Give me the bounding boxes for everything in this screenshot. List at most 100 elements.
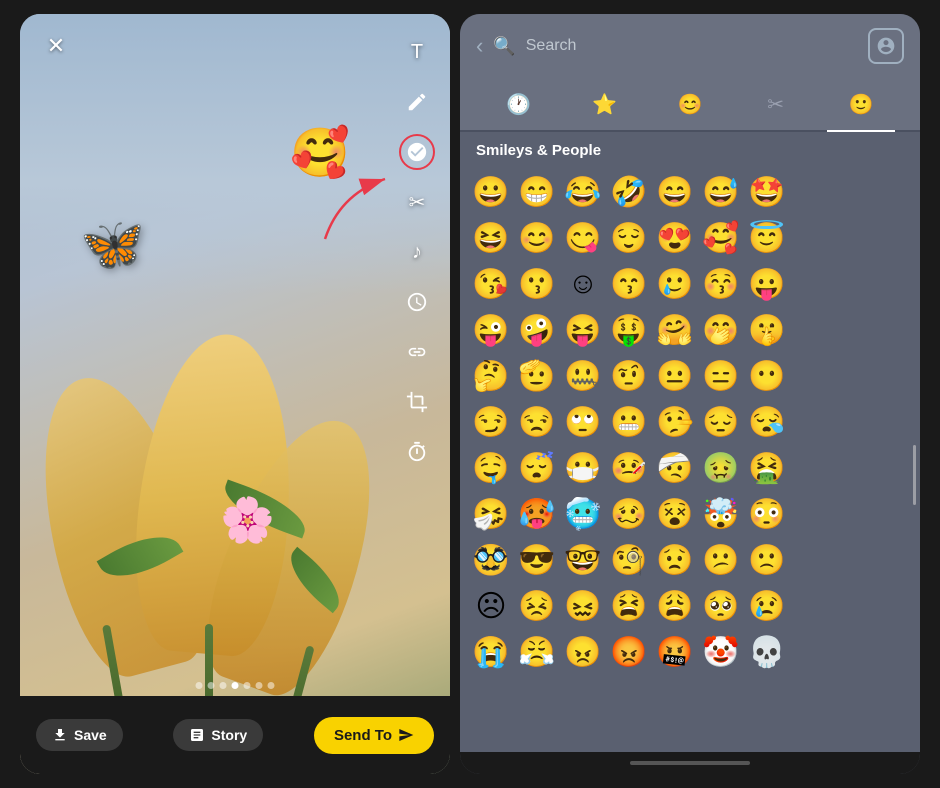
emoji-cell[interactable]: 😠 (560, 629, 606, 675)
tab-favorites[interactable]: ⭐ (562, 86, 648, 122)
link-tool-icon[interactable] (399, 334, 435, 370)
emoji-cell[interactable]: 😌 (606, 215, 652, 261)
emoji-cell[interactable]: 😄 (652, 169, 698, 215)
emoji-cell[interactable]: 😇 (744, 215, 790, 261)
emoji-cell[interactable]: 😪 (744, 399, 790, 445)
emoji-cell[interactable]: 🤣 (606, 169, 652, 215)
emoji-cell[interactable]: 😚 (698, 261, 744, 307)
emoji-cell[interactable]: 🤐 (560, 353, 606, 399)
tab-recent[interactable]: 🕐 (476, 86, 562, 122)
music-tool-icon[interactable]: ♪ (399, 234, 435, 270)
emoji-cell[interactable]: 😛 (744, 261, 790, 307)
emoji-cell[interactable]: 🤭 (698, 307, 744, 353)
emoji-cell[interactable]: 🥶 (560, 491, 606, 537)
emoji-cell[interactable]: 😖 (560, 583, 606, 629)
emoji-cell[interactable]: 😔 (698, 399, 744, 445)
emoji-cell[interactable]: 🤗 (652, 307, 698, 353)
emoji-cell[interactable]: 🥲 (652, 261, 698, 307)
emoji-cell[interactable]: 😙 (606, 261, 652, 307)
emoji-cell[interactable]: 😭 (468, 629, 514, 675)
butterfly-sticker[interactable]: 🦋 (80, 214, 145, 275)
emoji-cell[interactable]: 🤑 (606, 307, 652, 353)
emoji-cell[interactable]: 🙄 (560, 399, 606, 445)
emoji-cell[interactable]: 🤨 (606, 353, 652, 399)
emoji-cell[interactable]: 😀 (468, 169, 514, 215)
emoji-cell[interactable]: 😟 (652, 537, 698, 583)
emoji-cell[interactable]: 😅 (698, 169, 744, 215)
emoji-cell[interactable]: 🤢 (698, 445, 744, 491)
emoji-cell[interactable]: 🤕 (652, 445, 698, 491)
emoji-cell[interactable]: 😬 (606, 399, 652, 445)
emoji-cell[interactable]: 😳 (744, 491, 790, 537)
emoji-cell[interactable]: 😢 (744, 583, 790, 629)
snapchat-sticker-icon[interactable] (868, 28, 904, 64)
emoji-cell[interactable]: 🤯 (698, 491, 744, 537)
timer2-tool-icon[interactable] (399, 434, 435, 470)
emoji-cell[interactable]: 🥴 (606, 491, 652, 537)
emoji-cell[interactable]: 😣 (514, 583, 560, 629)
emoji-cell[interactable]: 😋 (560, 215, 606, 261)
emoji-cell[interactable]: 😁 (514, 169, 560, 215)
emoji-cell[interactable]: 🥸 (468, 537, 514, 583)
emoji-cell[interactable]: 🥵 (514, 491, 560, 537)
emoji-cell[interactable]: 😷 (560, 445, 606, 491)
emoji-cell[interactable]: 🤩 (744, 169, 790, 215)
emoji-cell[interactable]: 😐 (652, 353, 698, 399)
emoji-cell[interactable]: 😵 (652, 491, 698, 537)
emoji-cell[interactable]: 😊 (514, 215, 560, 261)
emoji-cell[interactable]: 🤡 (698, 629, 744, 675)
tab-active[interactable]: 🙂 (818, 86, 904, 122)
emoji-cell[interactable]: 😑 (698, 353, 744, 399)
emoji-cell[interactable]: ☹ (468, 583, 514, 629)
story-button[interactable]: Story (173, 719, 263, 751)
emoji-cell[interactable]: 🤓 (560, 537, 606, 583)
scissors-tool-icon[interactable]: ✂ (399, 184, 435, 220)
draw-tool-icon[interactable] (399, 84, 435, 120)
emoji-cell[interactable]: 🤥 (652, 399, 698, 445)
emoji-cell[interactable]: 🤫 (744, 307, 790, 353)
emoji-cell[interactable]: 😂 (560, 169, 606, 215)
emoji-cell[interactable]: 🥺 (698, 583, 744, 629)
emoji-cell[interactable]: 🥰 (698, 215, 744, 261)
emoji-cell[interactable]: 😫 (606, 583, 652, 629)
emoji-cell[interactable]: 😝 (560, 307, 606, 353)
emoji-cell[interactable]: 😏 (468, 399, 514, 445)
search-input[interactable]: Search (526, 37, 858, 55)
emoji-cell[interactable]: 😗 (514, 261, 560, 307)
emoji-cell[interactable]: 🤧 (468, 491, 514, 537)
emoji-cell[interactable]: 💀 (744, 629, 790, 675)
emoji-cell[interactable]: 🤤 (468, 445, 514, 491)
emoji-grid[interactable]: 😀 😁 😂 🤣 😄 😅 🤩 😆 😊 😋 😌 😍 🥰 😇 😘 (460, 165, 920, 752)
close-button[interactable]: ✕ (40, 30, 72, 62)
emoji-cell[interactable]: 🤒 (606, 445, 652, 491)
timer-tool-icon[interactable] (399, 284, 435, 320)
tab-scissors[interactable]: ✂ (733, 86, 819, 122)
tab-smileys[interactable]: 😊 (647, 86, 733, 122)
emoji-cell[interactable]: 😩 (652, 583, 698, 629)
emoji-cell[interactable]: 😴 (514, 445, 560, 491)
emoji-cell[interactable]: 😶 (744, 353, 790, 399)
emoji-cell[interactable]: 🤪 (514, 307, 560, 353)
emoji-cell[interactable]: 🧐 (606, 537, 652, 583)
back-button[interactable]: ‹ (476, 33, 483, 59)
emoji-cell[interactable]: 😎 (514, 537, 560, 583)
emoji-cell[interactable]: 😤 (514, 629, 560, 675)
sticker-tool-icon[interactable] (399, 134, 435, 170)
emoji-cell[interactable]: 😍 (652, 215, 698, 261)
crop-tool-icon[interactable] (399, 384, 435, 420)
flower-sticker[interactable]: 🌸 (220, 494, 275, 546)
text-tool-icon[interactable]: T (399, 34, 435, 70)
emoji-cell[interactable]: 😕 (698, 537, 744, 583)
save-button[interactable]: Save (36, 719, 123, 751)
emoji-cell[interactable]: 🤮 (744, 445, 790, 491)
emoji-cell[interactable]: 😘 (468, 261, 514, 307)
emoji-cell[interactable]: 😒 (514, 399, 560, 445)
emoji-cell[interactable]: 😡 (606, 629, 652, 675)
emoji-cell[interactable]: 😆 (468, 215, 514, 261)
send-to-button[interactable]: Send To (314, 717, 434, 754)
emoji-cell[interactable]: 🤔 (468, 353, 514, 399)
emoji-cell[interactable]: 😜 (468, 307, 514, 353)
emoji-cell[interactable]: 🫡 (514, 353, 560, 399)
emoji-cell[interactable]: 🤬 (652, 629, 698, 675)
emoji-cell[interactable]: ☺ (560, 261, 606, 307)
